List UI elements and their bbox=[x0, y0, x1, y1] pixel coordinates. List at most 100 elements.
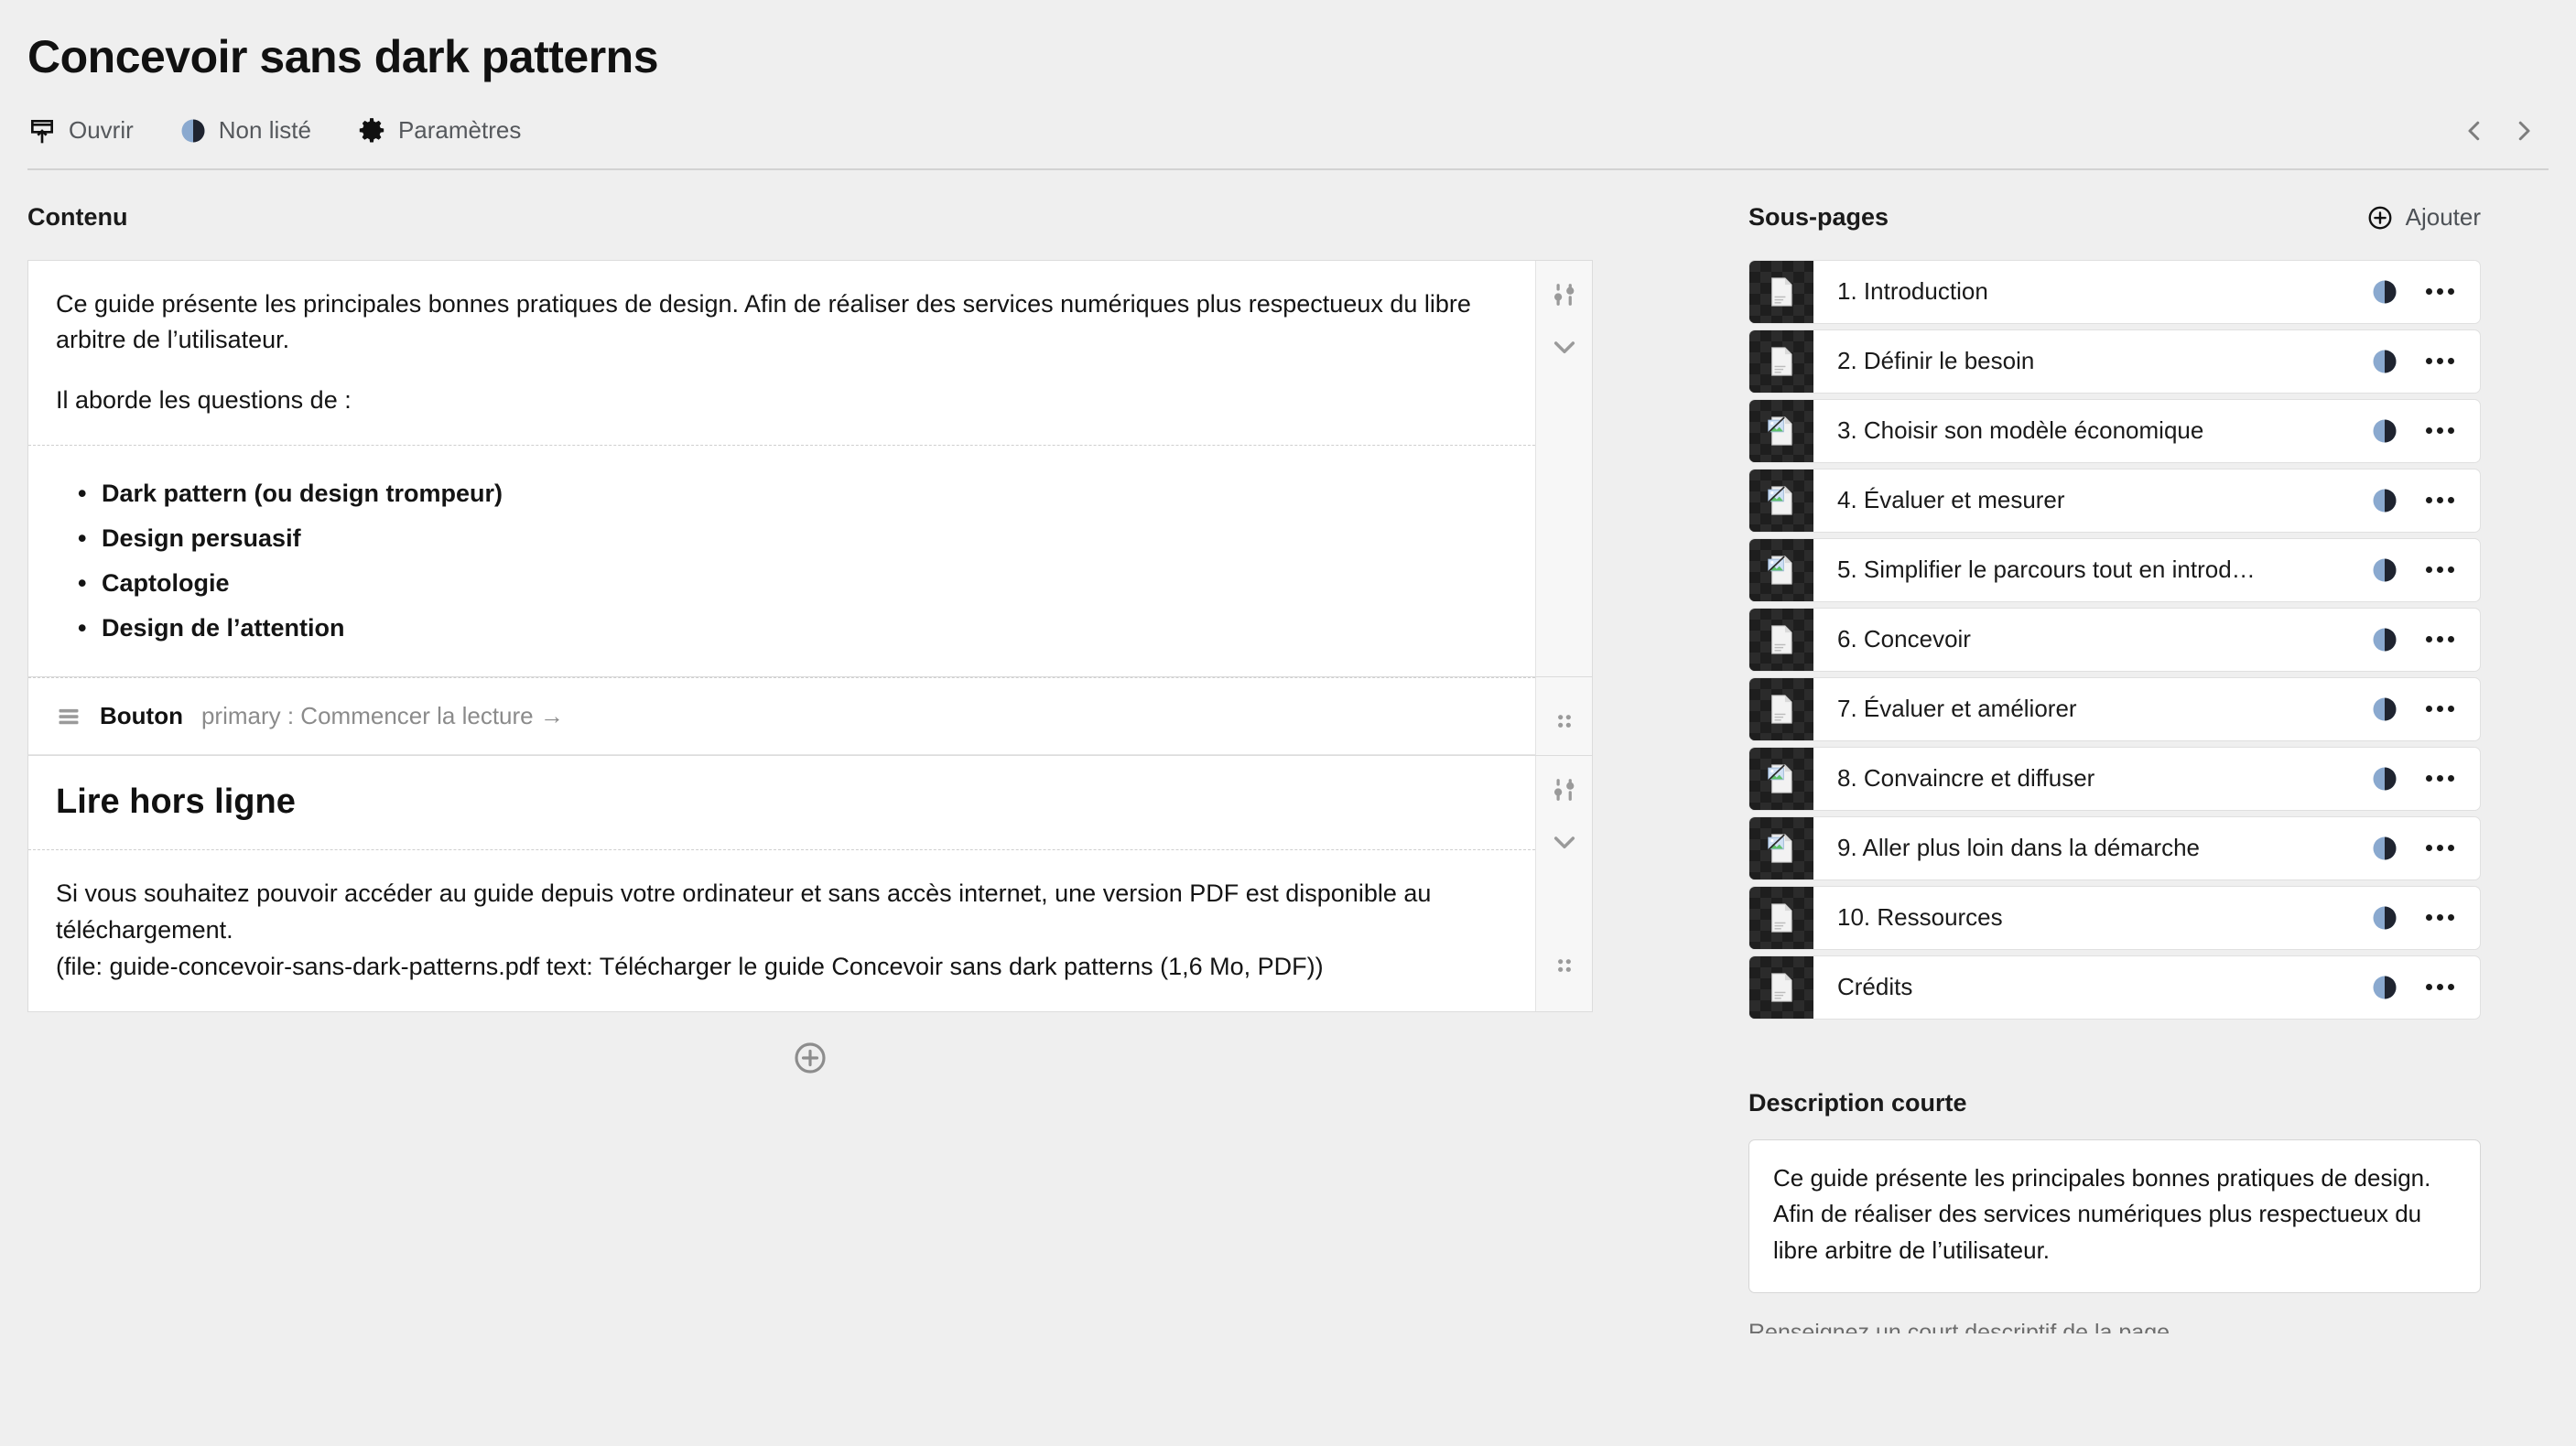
content-block-card-offline[interactable]: Lire hors ligne Si vous souhaitez pouvoi… bbox=[27, 756, 1593, 1012]
collapse-block-chevron-down-icon[interactable] bbox=[1550, 827, 1579, 857]
subpage-title: 8. Convaincre et diffuser bbox=[1837, 764, 2095, 792]
add-subpage-button[interactable]: Ajouter bbox=[2366, 203, 2481, 232]
content-section-title: Contenu bbox=[27, 203, 128, 231]
subpage-row[interactable]: 4. Évaluer et mesurer bbox=[1748, 468, 2481, 533]
offline-block-gutter bbox=[1535, 756, 1592, 1011]
subpage-title: 7. Évaluer et améliorer bbox=[1837, 695, 2077, 722]
gear-icon bbox=[357, 116, 386, 146]
subpage-actions bbox=[2371, 539, 2480, 601]
subpages-list: 1. Introduction 2. Définir le besoin 3. … bbox=[1748, 259, 2481, 1020]
more-options-icon[interactable] bbox=[2426, 358, 2454, 364]
subpage-actions bbox=[2371, 400, 2480, 462]
subpage-row[interactable]: 1. Introduction bbox=[1748, 259, 2481, 324]
subpage-actions bbox=[2371, 678, 2480, 740]
button-block-body: Bouton primary : Commencer la lecture → bbox=[28, 677, 1535, 756]
subpage-actions bbox=[2371, 330, 2480, 393]
half-circle-visibility-icon[interactable] bbox=[2371, 556, 2398, 584]
more-options-icon[interactable] bbox=[2426, 288, 2454, 295]
more-options-icon[interactable] bbox=[2426, 497, 2454, 503]
add-block-plus-circle-icon[interactable] bbox=[792, 1040, 828, 1076]
subpages-section-header: Sous-pages Ajouter bbox=[1748, 200, 2481, 236]
broken-image-icon bbox=[1749, 747, 1813, 810]
subpages-column: Sous-pages Ajouter 1. Introduction 2. Dé… bbox=[1748, 200, 2481, 1334]
subpage-row[interactable]: 3. Choisir son modèle économique bbox=[1748, 398, 2481, 463]
subpage-row[interactable]: 5. Simplifier le parcours tout en introd… bbox=[1748, 537, 2481, 602]
short-description-field[interactable]: Ce guide présente les principales bonnes… bbox=[1748, 1138, 2481, 1294]
document-icon bbox=[1749, 677, 1813, 740]
subpage-actions bbox=[2371, 956, 2480, 1019]
content-block-card-text[interactable]: Ce guide présente les principales bonnes… bbox=[27, 259, 1593, 678]
bullet-list: Dark pattern (ou design trompeur) Design… bbox=[56, 471, 1508, 651]
collapse-block-chevron-down-icon[interactable] bbox=[1550, 332, 1579, 362]
subpage-row[interactable]: 10. Ressources bbox=[1748, 885, 2481, 950]
half-circle-visibility-icon[interactable] bbox=[2371, 278, 2398, 306]
block-settings-sliders-icon[interactable] bbox=[1551, 281, 1578, 308]
bullet-list-block[interactable]: Dark pattern (ou design trompeur) Design… bbox=[28, 445, 1535, 676]
list-item: Design de l’attention bbox=[78, 606, 1508, 651]
more-options-icon[interactable] bbox=[2426, 914, 2454, 921]
document-icon bbox=[1749, 886, 1813, 949]
nav-previous-button[interactable] bbox=[2450, 106, 2499, 156]
document-icon bbox=[1749, 260, 1813, 323]
more-options-icon[interactable] bbox=[2426, 636, 2454, 642]
subpage-row[interactable]: 8. Convaincre et diffuser bbox=[1748, 746, 2481, 811]
open-external-icon bbox=[27, 116, 57, 146]
offline-block-body: Lire hors ligne Si vous souhaitez pouvoi… bbox=[28, 756, 1535, 1010]
chevron-right-icon bbox=[2518, 121, 2530, 140]
description-section-title: Description courte bbox=[1748, 1088, 1967, 1117]
content-column: Contenu Ce guide présente les principale… bbox=[27, 200, 1593, 1334]
plus-circle-icon bbox=[2366, 204, 2394, 232]
heading-block[interactable]: Lire hors ligne bbox=[28, 756, 1535, 849]
subpage-actions bbox=[2371, 469, 2480, 532]
subpage-row[interactable]: Crédits bbox=[1748, 955, 2481, 1020]
subpage-row[interactable]: 2. Définir le besoin bbox=[1748, 329, 2481, 394]
half-circle-visibility-icon[interactable] bbox=[2371, 487, 2398, 514]
more-options-icon[interactable] bbox=[2426, 567, 2454, 573]
subpage-title: 10. Ressources bbox=[1837, 903, 2003, 931]
offline-text-block[interactable]: Si vous souhaitez pouvoir accéder au gui… bbox=[28, 848, 1535, 1011]
subpage-row[interactable]: 6. Concevoir bbox=[1748, 607, 2481, 672]
more-options-icon[interactable] bbox=[2426, 984, 2454, 990]
subpage-row[interactable]: 7. Évaluer et améliorer bbox=[1748, 676, 2481, 741]
subpage-row[interactable]: 9. Aller plus loin dans la démarche bbox=[1748, 815, 2481, 880]
toolbar-item-open[interactable]: Ouvrir bbox=[27, 116, 134, 146]
description-footnote: Renseignez un court descriptif de la pag… bbox=[1748, 1320, 2170, 1334]
nav-next-button[interactable] bbox=[2499, 106, 2549, 156]
half-circle-visibility-icon[interactable] bbox=[2371, 974, 2398, 1001]
list-item: Design persuasif bbox=[78, 516, 1508, 561]
more-options-icon[interactable] bbox=[2426, 706, 2454, 712]
drag-handle-lines-icon[interactable] bbox=[56, 704, 81, 729]
toolbar-item-settings-label: Paramètres bbox=[397, 116, 522, 144]
toolbar-item-visibility-label: Non listé bbox=[218, 116, 311, 144]
half-circle-visibility-icon[interactable] bbox=[2371, 904, 2398, 932]
half-circle-visibility-icon[interactable] bbox=[2371, 417, 2398, 445]
half-circle-visibility-icon[interactable] bbox=[2371, 765, 2398, 793]
list-item: Dark pattern (ou design trompeur) bbox=[78, 471, 1508, 516]
description-section: Description courte Ce guide présente les… bbox=[1748, 1088, 2481, 1334]
subpage-actions bbox=[2371, 609, 2480, 671]
subpage-actions bbox=[2371, 887, 2480, 949]
document-icon bbox=[1749, 608, 1813, 671]
more-options-icon[interactable] bbox=[2426, 775, 2454, 782]
main-columns: Contenu Ce guide présente les principale… bbox=[27, 170, 2549, 1334]
content-block-body: Ce guide présente les principales bonnes… bbox=[28, 261, 1535, 677]
subpage-title: 4. Évaluer et mesurer bbox=[1837, 486, 2065, 513]
half-circle-visibility-icon[interactable] bbox=[2371, 835, 2398, 862]
add-block-area bbox=[27, 1012, 1593, 1076]
half-circle-visibility-icon[interactable] bbox=[2371, 348, 2398, 375]
more-options-icon[interactable] bbox=[2426, 845, 2454, 851]
rich-text-block[interactable]: Ce guide présente les principales bonnes… bbox=[28, 261, 1535, 446]
drag-grid-handle-icon[interactable] bbox=[1553, 709, 1576, 733]
toolbar-item-visibility[interactable]: Non listé bbox=[179, 116, 311, 145]
half-circle-visibility-icon[interactable] bbox=[2371, 696, 2398, 723]
half-circle-visibility-icon[interactable] bbox=[2371, 626, 2398, 653]
toolbar-item-settings[interactable]: Paramètres bbox=[357, 116, 521, 146]
content-block-card-button[interactable]: Bouton primary : Commencer la lecture → bbox=[27, 677, 1593, 757]
more-options-icon[interactable] bbox=[2426, 427, 2454, 434]
drag-grid-handle-icon[interactable] bbox=[1553, 954, 1576, 977]
document-icon bbox=[1749, 955, 1813, 1019]
toolbar-item-open-label: Ouvrir bbox=[69, 116, 134, 144]
button-block-row[interactable]: Bouton primary : Commencer la lecture → bbox=[28, 677, 1535, 756]
block-settings-sliders-icon[interactable] bbox=[1551, 776, 1578, 804]
half-circle-visibility-icon bbox=[179, 117, 207, 145]
